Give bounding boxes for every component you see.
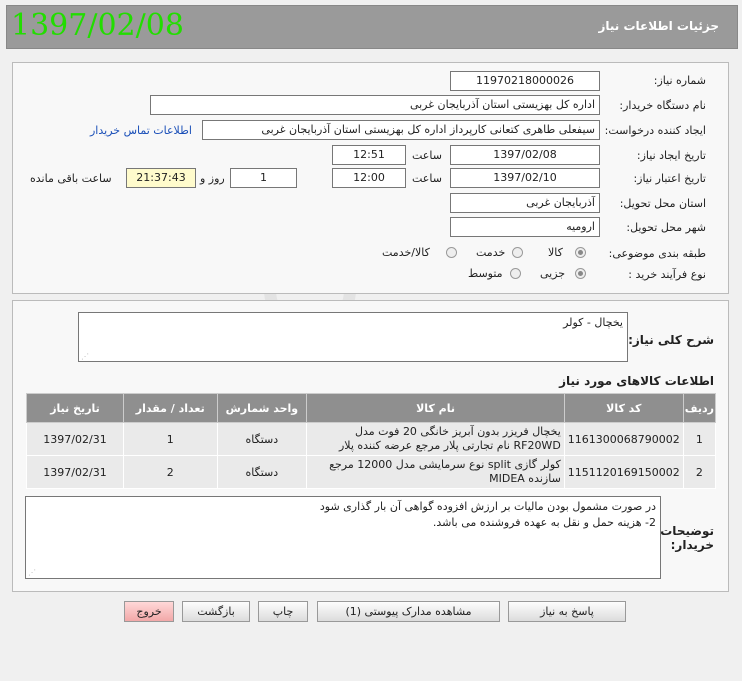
buyer-notes-label: توضیحات خریدار: — [660, 524, 714, 552]
cell-unit: دستگاه — [216, 422, 308, 456]
notes-line-1: در صورت مشمول بودن مالیات بر ارزش افزوده… — [319, 500, 656, 513]
table-row[interactable]: 1 1161300068790002 یخچال فریزر بدون آبری… — [25, 422, 717, 456]
table-row[interactable]: 2 1151120169150002 کولر گازی split نوع س… — [25, 455, 717, 489]
category-radio-goods[interactable] — [575, 247, 586, 258]
buyer-org-label: نام دستگاه خریدار: — [619, 99, 706, 112]
requester-label: ایجاد کننده درخواست: — [604, 124, 706, 137]
city-field[interactable]: ارومیه — [450, 217, 600, 237]
category-label: طبقه بندی موضوعی: — [608, 247, 706, 260]
back-button[interactable]: بازگشت — [182, 601, 250, 622]
category-option-goods-service: کالا/خدمت — [382, 246, 430, 259]
cell-code: 1161300068790002 — [563, 422, 684, 456]
cell-row: 1 — [682, 422, 717, 456]
remaining-suffix: ساعت باقی مانده — [30, 172, 112, 185]
created-date-label: تاریخ ایجاد نیاز: — [636, 149, 706, 162]
cell-code: 1151120169150002 — [563, 455, 684, 489]
summary-label: شرح کلی نیاز: — [628, 333, 714, 347]
requester-field[interactable]: سیفعلی طاهری کتعانی کارپرداز اداره کل به… — [202, 120, 600, 140]
cell-qty: 2 — [123, 455, 218, 489]
city-label: شهر محل تحویل: — [626, 221, 706, 234]
view-attachments-button[interactable]: مشاهده مدارک پیوستی (1) — [317, 601, 500, 622]
buyer-org-field[interactable]: اداره کل بهزیستی استان آذربایجان غربی — [150, 95, 600, 115]
category-option-service: خدمت — [476, 246, 506, 259]
need-number-label: شماره نیاز: — [653, 74, 706, 87]
page-title: جزئیات اطلاعات نیاز — [598, 19, 719, 33]
col-date: تاریخ نیاز — [25, 393, 125, 423]
buyer-notes-textarea[interactable]: در صورت مشمول بودن مالیات بر ارزش افزوده… — [25, 496, 661, 579]
created-date-field[interactable]: 1397/02/08 — [450, 145, 600, 165]
col-code: کد کالا — [563, 393, 684, 423]
reply-button[interactable]: پاسخ به نیاز — [508, 601, 626, 622]
buyer-contact-link[interactable]: اطلاعات تماس خریدار — [90, 124, 192, 137]
process-option-medium: متوسط — [468, 267, 503, 280]
remaining-time-field: 21:37:43 — [126, 168, 196, 188]
notes-line-2: 2- هزینه حمل و نقل به عهده فروشنده می با… — [432, 516, 656, 529]
cell-unit: دستگاه — [216, 455, 308, 489]
cell-row: 2 — [682, 455, 717, 489]
validity-time-field[interactable]: 12:00 — [332, 168, 406, 188]
goods-section-title: اطلاعات کالاهای مورد نیاز — [559, 374, 714, 388]
days-suffix: روز و — [200, 172, 225, 185]
cell-name: کولر گازی split نوع سرمایشی مدل 12000 مر… — [306, 455, 565, 489]
created-time-field[interactable]: 12:51 — [332, 145, 406, 165]
province-field[interactable]: آذربایجان غربی — [450, 193, 600, 213]
process-radio-minor[interactable] — [575, 268, 586, 279]
cell-date: 1397/02/31 — [25, 422, 125, 456]
process-type-label: نوع فرآیند خرید : — [628, 268, 706, 281]
category-option-goods: کالا — [548, 246, 563, 259]
validity-date-label: تاریخ اعتبار نیاز: — [633, 172, 706, 185]
resize-grip-icon[interactable]: ⋰ — [28, 568, 36, 577]
process-option-minor: جزیی — [540, 267, 566, 280]
province-label: استان محل تحویل: — [619, 197, 706, 210]
col-qty: تعداد / مقدار — [123, 393, 218, 423]
validity-date-field[interactable]: 1397/02/10 — [450, 168, 600, 188]
category-radio-goods-service[interactable] — [446, 247, 457, 258]
cell-qty: 1 — [123, 422, 218, 456]
category-radio-service[interactable] — [512, 247, 523, 258]
title-bar: جزئیات اطلاعات نیاز 1397/02/08 — [6, 5, 738, 49]
goods-table-header: ردیف کد کالا نام کالا واحد شمارش تعداد /… — [25, 393, 717, 423]
col-unit: واحد شمارش — [216, 393, 308, 423]
date-stamp: 1397/02/08 — [11, 8, 184, 43]
col-row: ردیف — [682, 393, 717, 423]
days-field[interactable]: 1 — [230, 168, 297, 188]
col-name: نام کالا — [306, 393, 565, 423]
cell-date: 1397/02/31 — [25, 455, 125, 489]
summary-textarea[interactable]: یخچال - کولر — [78, 312, 628, 362]
exit-button[interactable]: خروج — [124, 601, 174, 622]
created-time-label: ساعت — [412, 149, 442, 162]
process-radio-medium[interactable] — [510, 268, 521, 279]
need-number-field[interactable]: 11970218000026 — [450, 71, 600, 91]
goods-table: ردیف کد کالا نام کالا واحد شمارش تعداد /… — [25, 393, 717, 489]
print-button[interactable]: چاپ — [258, 601, 308, 622]
resize-grip-icon[interactable]: ⋰ — [81, 352, 89, 361]
cell-name: یخچال فریزر بدون آبریز خانگی 20 فوت مدل … — [306, 422, 565, 456]
validity-time-label: ساعت — [412, 172, 442, 185]
